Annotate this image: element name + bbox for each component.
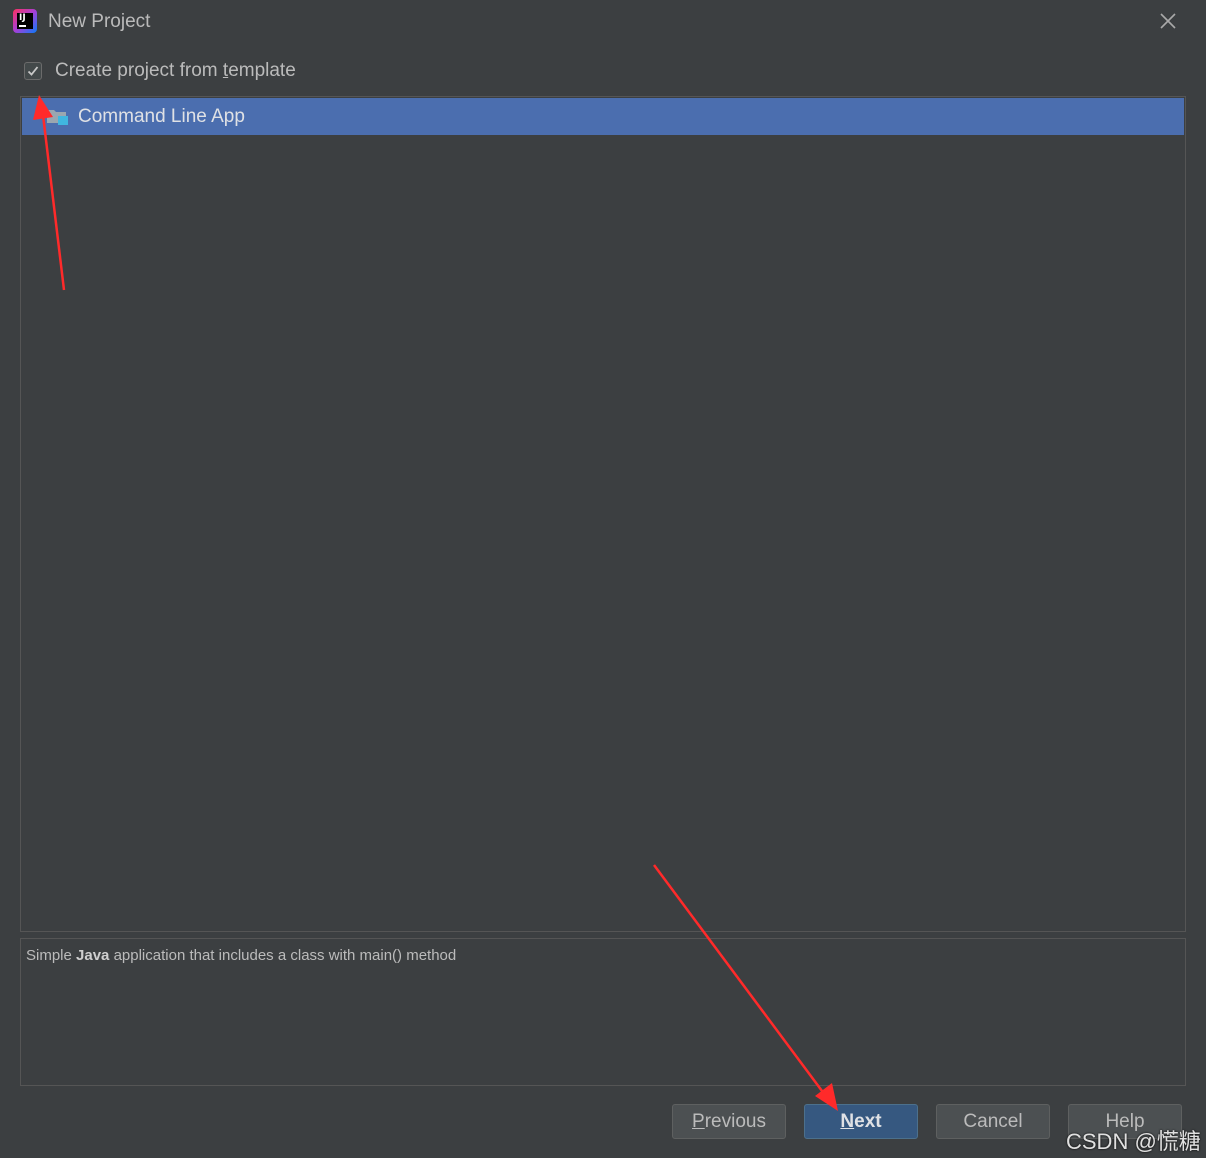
list-item-label: Command Line App (78, 105, 245, 127)
checkbox-label: Create project from template (55, 60, 296, 81)
next-button[interactable]: Next (804, 1104, 918, 1139)
close-button[interactable] (1150, 6, 1186, 36)
watermark: CSDN @慌糖 (1066, 1129, 1201, 1154)
cancel-button[interactable]: Cancel (936, 1104, 1050, 1139)
close-icon (1160, 13, 1176, 29)
window-title: New Project (48, 11, 151, 32)
checkbox-box[interactable] (24, 62, 42, 80)
create-from-template-checkbox[interactable]: Create project from template (24, 60, 296, 82)
template-description: Simple Java application that includes a … (20, 938, 1186, 1086)
template-list[interactable]: Command Line App (20, 96, 1186, 932)
previous-button[interactable]: Previous (672, 1104, 786, 1139)
title-bar: IJ New Project (0, 0, 1206, 44)
intellij-logo-icon: IJ (13, 9, 37, 33)
checkmark-icon (27, 66, 39, 76)
list-item-command-line-app[interactable]: Command Line App (22, 98, 1184, 135)
folder-icon (46, 106, 72, 128)
